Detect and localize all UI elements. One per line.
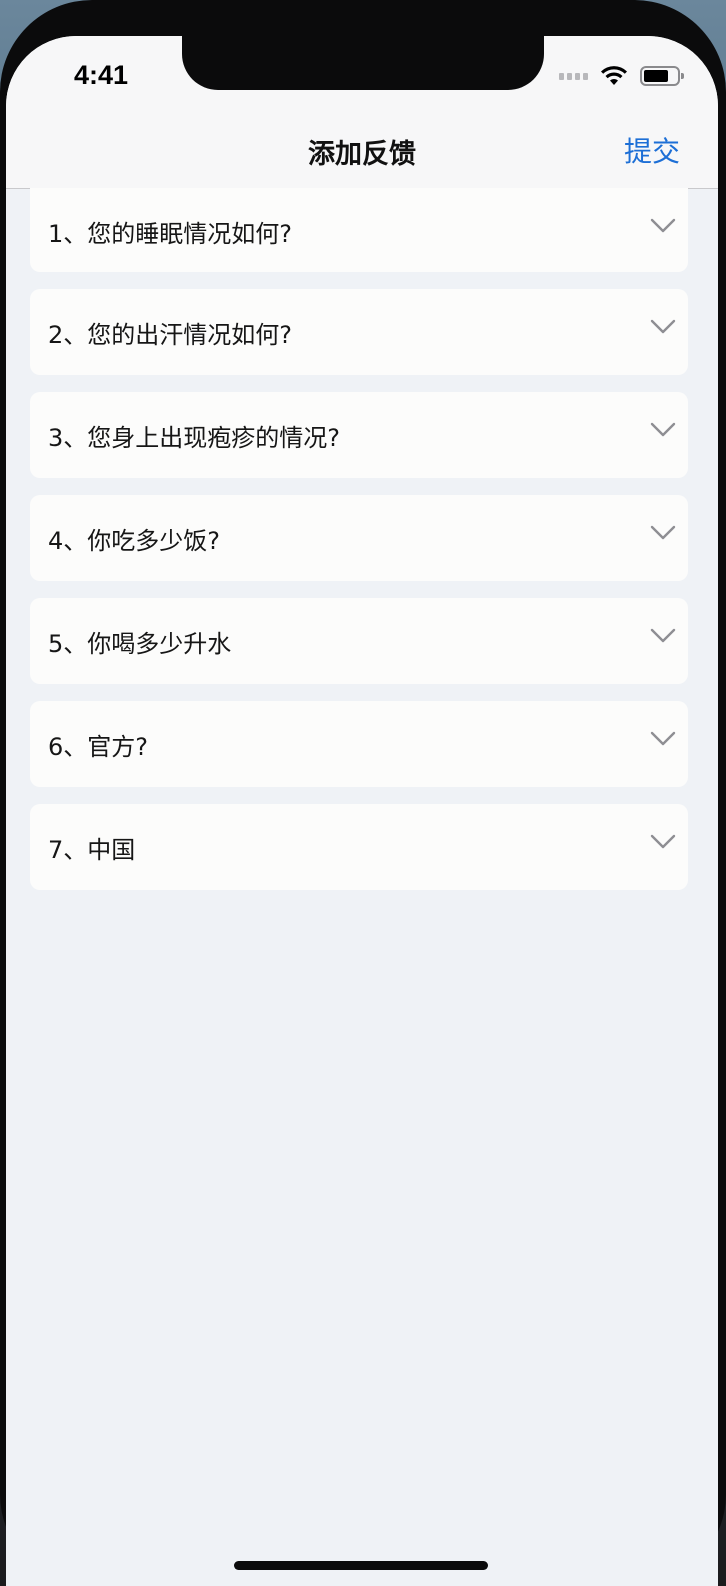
- question-label: 1、您的睡眠情况如何?: [48, 220, 293, 248]
- question-item[interactable]: 4、你吃多少饭?: [30, 495, 688, 581]
- question-item[interactable]: 1、您的睡眠情况如何?: [30, 188, 688, 272]
- question-list: 1、您的睡眠情况如何? 2、您的出汗情况如何? 3、您身上出现疱疹的情况? 4、…: [30, 188, 688, 907]
- chevron-down-icon: [650, 525, 676, 540]
- wifi-icon: [601, 66, 627, 85]
- chevron-down-icon: [650, 319, 676, 334]
- device-notch: [182, 36, 544, 90]
- app-screen: 4:41 添加反馈 提交 1、您的睡眠情况如何? 2、您的出汗情况如何? 3、您…: [6, 36, 718, 1586]
- submit-button[interactable]: 提交: [624, 130, 680, 170]
- question-item[interactable]: 6、官方?: [30, 701, 688, 787]
- chevron-down-icon: [650, 422, 676, 437]
- home-indicator[interactable]: [234, 1561, 488, 1570]
- chevron-down-icon: [650, 218, 676, 233]
- question-item[interactable]: 5、你喝多少升水: [30, 598, 688, 684]
- chevron-down-icon: [650, 628, 676, 643]
- page-title: 添加反馈: [308, 139, 416, 170]
- question-label: 2、您的出汗情况如何?: [48, 321, 293, 349]
- chevron-down-icon: [650, 834, 676, 849]
- question-label: 3、您身上出现疱疹的情况?: [48, 424, 341, 452]
- question-label: 5、你喝多少升水: [48, 630, 232, 658]
- question-label: 4、你吃多少饭?: [48, 527, 221, 555]
- question-label: 7、中国: [48, 836, 136, 864]
- question-item[interactable]: 3、您身上出现疱疹的情况?: [30, 392, 688, 478]
- navigation-bar: 添加反馈 提交: [6, 118, 718, 189]
- status-icons: [559, 66, 684, 86]
- chevron-down-icon: [650, 731, 676, 746]
- status-time: 4:41: [74, 60, 129, 90]
- battery-icon: [640, 66, 684, 86]
- question-item[interactable]: 2、您的出汗情况如何?: [30, 289, 688, 375]
- question-item[interactable]: 7、中国: [30, 804, 688, 890]
- signal-icon: [559, 72, 588, 80]
- question-label: 6、官方?: [48, 733, 149, 761]
